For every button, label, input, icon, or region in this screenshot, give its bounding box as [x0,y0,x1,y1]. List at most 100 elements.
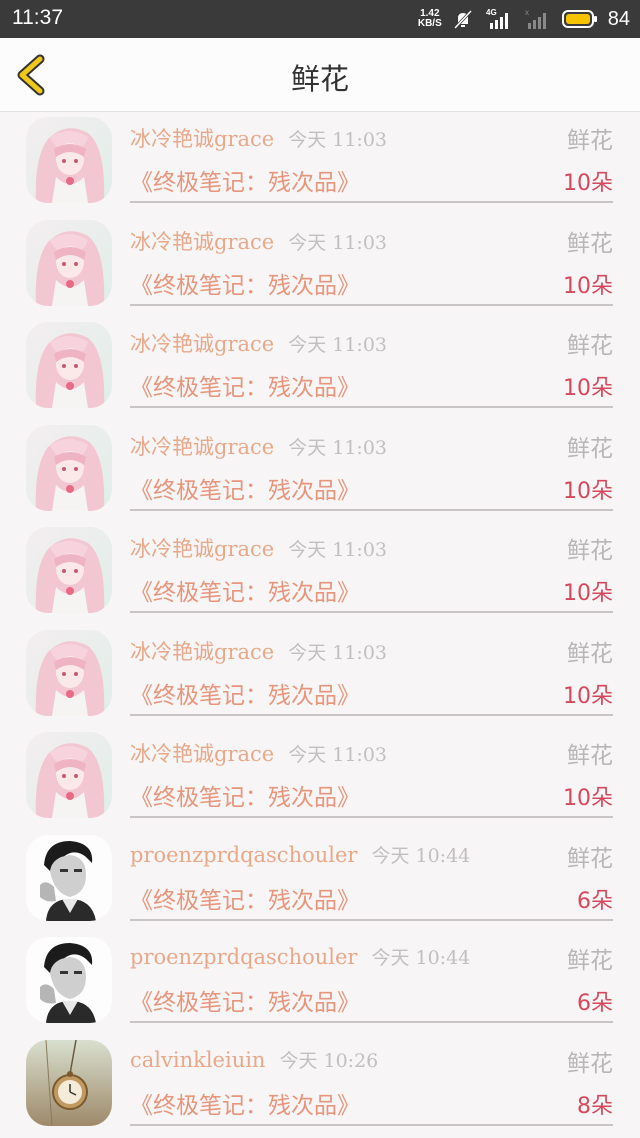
flower-record-list: 冰冷艳诚grace 今天 11:03 鲜花 《终极笔记：残次品》 10朵 冰冷艳诚… [0,113,640,1138]
flower-count: 10朵 [563,171,613,196]
list-item[interactable]: 冰冷艳诚grace 今天 11:03 鲜花 《终极笔记：残次品》 10朵 [0,216,640,319]
status-bar: 11:37 1.42 KB/S 4G x 84 [0,0,640,38]
avatar[interactable] [26,322,112,408]
user-name-line: 冰冷艳诚grace 今天 11:03 [130,328,387,358]
avatar[interactable] [26,424,112,511]
user-name: 冰冷艳诚grace [130,434,275,459]
status-icons: 1.42 KB/S 4G x 84 [418,6,630,32]
flower-count: 6朵 [577,888,613,914]
user-name: calvinkleiuin [130,1047,266,1072]
record-info: 冰冷艳诚grace 今天 11:03 鲜花 《终极笔记：残次品》 10朵 [130,421,613,511]
user-name: 冰冷艳诚grace [130,332,275,356]
record-time: 今天 11:03 [288,641,387,664]
list-item[interactable]: proenzprdqaschouler 今天 10:44 鲜花 《终极笔记：残次品… [0,933,640,1036]
gift-type: 鲜花 [567,230,613,257]
record-time: 今天 10:44 [371,844,471,867]
record-time: 今天 10:26 [279,1049,379,1072]
gift-type: 鲜花 [567,948,613,974]
record-info: proenzprdqaschouler 今天 10:44 鲜花 《终极笔记：残次品… [130,933,613,1023]
avatar[interactable] [26,629,112,716]
record-info: 冰冷艳诚grace 今天 11:03 鲜花 《终极笔记：残次品》 10朵 [130,318,613,408]
avatar[interactable] [26,1039,112,1126]
gift-type: 鲜花 [567,743,613,769]
avatar[interactable] [26,937,112,1023]
avatar[interactable] [26,219,112,306]
book-title: 《终极笔记：残次品》 [130,272,360,299]
flower-count: 10朵 [563,478,613,504]
user-name-line: 冰冷艳诚grace 今天 11:03 [130,636,387,666]
list-item[interactable]: 冰冷艳诚grace 今天 11:03 鲜花 《终极笔记：残次品》 10朵 [0,523,640,626]
flower-count: 10朵 [563,273,613,299]
record-info: proenzprdqaschouler 今天 10:44 鲜花 《终极笔记：残次品… [130,831,613,921]
user-name-line: proenzprdqaschouler 今天 10:44 [130,943,470,970]
gift-type: 鲜花 [567,538,613,564]
user-name: proenzprdqaschouler [130,842,358,867]
user-name: 冰冷艳诚grace [130,229,275,254]
list-item[interactable]: 冰冷艳诚grace 今天 11:03 鲜花 《终极笔记：残次品》 10朵 [0,728,640,831]
svg-text:x: x [525,8,529,17]
user-name-line: 冰冷艳诚grace 今天 11:03 [130,431,387,461]
book-title: 《终极笔记：残次品》 [130,682,360,709]
flower-count: 10朵 [563,683,613,709]
record-time: 今天 11:03 [288,129,387,151]
list-item[interactable]: proenzprdqaschouler 今天 10:44 鲜花 《终极笔记：残次品… [0,831,640,934]
book-title: 《终极笔记：残次品》 [130,1092,360,1119]
book-title: 《终极笔记：残次品》 [130,477,360,504]
avatar[interactable] [26,117,112,203]
signal-4g-label: 4G [486,8,497,17]
user-name: 冰冷艳诚grace [130,742,275,766]
record-info: calvinkleiuin 今天 10:26 鲜花 《终极笔记：残次品》 8朵 [130,1036,613,1126]
flower-count: 10朵 [563,376,613,401]
list-item[interactable]: 冰冷艳诚grace 今天 11:03 鲜花 《终极笔记：残次品》 10朵 [0,626,640,729]
signal-4g-icon: 4G [486,8,508,29]
gift-type: 鲜花 [567,845,613,872]
user-name: 冰冷艳诚grace [130,639,275,664]
record-time: 今天 11:03 [288,334,387,356]
book-title: 《终极笔记：残次品》 [130,990,360,1016]
list-item[interactable]: 冰冷艳诚grace 今天 11:03 鲜花 《终极笔记：残次品》 10朵 [0,113,640,216]
gift-type: 鲜花 [567,333,613,359]
flower-count: 10朵 [563,786,613,811]
avatar[interactable] [26,732,112,818]
user-name-line: 冰冷艳诚grace 今天 11:03 [130,533,387,563]
flower-count: 8朵 [577,1093,613,1119]
record-info: 冰冷艳诚grace 今天 11:03 鲜花 《终极笔记：残次品》 10朵 [130,728,613,818]
record-time: 今天 10:44 [371,947,471,969]
user-name-line: proenzprdqaschouler 今天 10:44 [130,841,470,868]
user-name-line: calvinkleiuin 今天 10:26 [130,1046,378,1073]
record-info: 冰冷艳诚grace 今天 11:03 鲜花 《终极笔记：残次品》 10朵 [130,216,613,306]
record-info: 冰冷艳诚grace 今天 11:03 鲜花 《终极笔记：残次品》 10朵 [130,626,613,716]
mute-bell-icon [453,9,472,30]
record-time: 今天 11:03 [288,744,387,766]
flower-count: 10朵 [563,581,613,606]
user-name: proenzprdqaschouler [130,945,358,969]
status-time: 11:37 [12,6,63,29]
user-name: 冰冷艳诚grace [130,537,275,561]
network-speed: 1.42 KB/S [418,9,442,29]
book-title: 《终极笔记：残次品》 [130,785,360,811]
user-name-line: 冰冷艳诚grace 今天 11:03 [130,226,387,256]
signal-empty-icon: x [525,8,546,29]
user-name-line: 冰冷艳诚grace 今天 11:03 [130,123,387,153]
avatar[interactable] [26,834,112,921]
gift-type: 鲜花 [567,435,613,462]
page-title: 鲜花 [290,62,349,96]
gift-type: 鲜花 [567,640,613,667]
record-time: 今天 11:03 [288,436,387,459]
battery-percent: 84 [607,7,630,30]
record-time: 今天 11:03 [288,231,387,254]
avatar[interactable] [26,527,112,613]
book-title: 《终极笔记：残次品》 [130,580,360,606]
list-item[interactable]: 冰冷艳诚grace 今天 11:03 鲜花 《终极笔记：残次品》 10朵 [0,421,640,524]
record-info: 冰冷艳诚grace 今天 11:03 鲜花 《终极笔记：残次品》 10朵 [130,113,613,203]
user-name: 冰冷艳诚grace [130,127,275,151]
book-title: 《终极笔记：残次品》 [130,170,360,196]
gift-type: 鲜花 [567,1050,613,1077]
flower-count: 6朵 [577,991,613,1016]
list-item[interactable]: calvinkleiuin 今天 10:26 鲜花 《终极笔记：残次品》 8朵 [0,1036,640,1138]
top-bar: 鲜花 [0,38,640,112]
record-time: 今天 11:03 [288,539,387,561]
list-item[interactable]: 冰冷艳诚grace 今天 11:03 鲜花 《终极笔记：残次品》 10朵 [0,318,640,421]
network-speed-unit: KB/S [417,18,442,29]
book-title: 《终极笔记：残次品》 [130,375,360,401]
